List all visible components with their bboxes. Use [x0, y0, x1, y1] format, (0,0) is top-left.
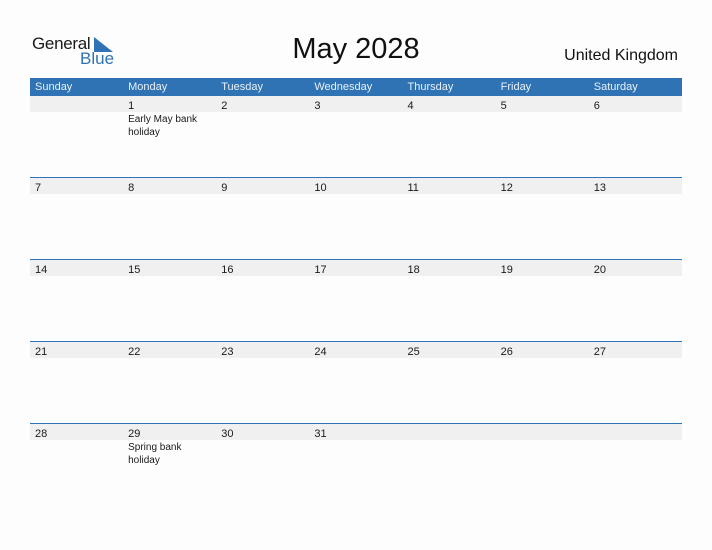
day-cell	[496, 424, 589, 440]
day-cell: 8	[123, 178, 216, 194]
day-cell: 5	[496, 96, 589, 112]
day-cell	[589, 424, 682, 440]
day-cell: 24	[309, 342, 402, 358]
day-cell: 20	[589, 260, 682, 276]
day-cell: 22	[123, 342, 216, 358]
day-number: 6	[593, 100, 600, 112]
day-number: 2	[221, 100, 228, 112]
day-number: 31	[314, 428, 327, 440]
day-number: 17	[314, 264, 327, 276]
day-number: 7	[35, 182, 42, 194]
day-cell: 14	[30, 260, 123, 276]
day-number: 22	[128, 346, 141, 358]
day-cell: 26	[496, 342, 589, 358]
day-cell: 18	[403, 260, 496, 276]
day-number: 28	[35, 428, 48, 440]
day-cell: 27	[589, 342, 682, 358]
day-cell: 17	[309, 260, 402, 276]
week-row: 28 29 Spring bank holiday 30 31	[30, 423, 682, 505]
day-cell: 4	[403, 96, 496, 112]
weekday-header: Sunday Monday Tuesday Wednesday Thursday Frid…	[30, 78, 682, 96]
day-number: 16	[221, 264, 234, 276]
weekday-sunday: Sunday	[35, 81, 73, 93]
day-cell: 1 Early May bank holiday	[123, 96, 216, 138]
holiday-label: Spring bank holiday	[128, 442, 182, 466]
day-cell: 11	[403, 178, 496, 194]
day-cell: 3	[309, 96, 402, 112]
day-cell: 16	[216, 260, 309, 276]
date-strip: 28 29 Spring bank holiday 30 31	[30, 424, 682, 466]
day-cell: 15	[123, 260, 216, 276]
day-cell: 28	[30, 424, 123, 440]
day-number: 5	[500, 100, 507, 112]
day-cell: 12	[496, 178, 589, 194]
day-number: 20	[593, 264, 606, 276]
day-cell: 30	[216, 424, 309, 440]
day-number: 13	[593, 182, 606, 194]
day-cell: 29 Spring bank holiday	[123, 424, 216, 466]
day-number: 29	[128, 428, 141, 440]
holiday-label: Early May bank holiday	[128, 114, 198, 138]
week-row: 14 15 16 17 18 19 20	[30, 259, 682, 341]
weekday-friday: Friday	[500, 81, 532, 93]
day-cell	[30, 96, 123, 112]
day-number: 19	[500, 264, 513, 276]
day-number: 8	[128, 182, 135, 194]
day-cell: 21	[30, 342, 123, 358]
date-strip: 1 Early May bank holiday 2 3 4 5 6	[30, 96, 682, 138]
day-number: 25	[407, 346, 420, 358]
day-cell: 23	[216, 342, 309, 358]
day-cell: 7	[30, 178, 123, 194]
day-number: 30	[221, 428, 234, 440]
day-cell: 10	[309, 178, 402, 194]
weekday-saturday: Saturday	[593, 81, 638, 93]
day-number: 24	[314, 346, 327, 358]
day-number: 10	[314, 182, 327, 194]
day-number: 23	[221, 346, 234, 358]
week-row: 21 22 23 24 25 26 27	[30, 341, 682, 423]
day-number: 15	[128, 264, 141, 276]
day-cell: 31	[309, 424, 402, 440]
day-number: 4	[407, 100, 414, 112]
day-number: 14	[35, 264, 48, 276]
day-cell: 19	[496, 260, 589, 276]
day-number: 1	[128, 100, 135, 112]
day-number: 12	[500, 182, 513, 194]
date-strip: 21 22 23 24 25 26 27	[30, 342, 682, 358]
weekday-monday: Monday	[128, 81, 168, 93]
weekday-thursday: Thursday	[407, 81, 454, 93]
date-strip: 7 8 9 10 11 12 13	[30, 178, 682, 194]
day-number: 26	[500, 346, 513, 358]
date-strip: 14 15 16 17 18 19 20	[30, 260, 682, 276]
day-number: 9	[221, 182, 228, 194]
day-cell	[403, 424, 496, 440]
day-cell: 13	[589, 178, 682, 194]
day-cell: 9	[216, 178, 309, 194]
day-number: 21	[35, 346, 48, 358]
day-number: 3	[314, 100, 321, 112]
week-row: 7 8 9 10 11 12 13	[30, 177, 682, 259]
day-cell: 6	[589, 96, 682, 112]
day-cell: 25	[403, 342, 496, 358]
day-number: 27	[593, 346, 606, 358]
weekday-wednesday: Wednesday	[314, 81, 373, 93]
country-label: United Kingdom	[564, 47, 678, 64]
week-row: 1 Early May bank holiday 2 3 4 5 6	[30, 96, 682, 177]
day-number: 18	[407, 264, 420, 276]
calendar: Sunday Monday Tuesday Wednesday Thursday Frid…	[30, 78, 682, 505]
weekday-tuesday: Tuesday	[221, 81, 264, 93]
day-number: 11	[407, 182, 419, 194]
day-cell: 2	[216, 96, 309, 112]
